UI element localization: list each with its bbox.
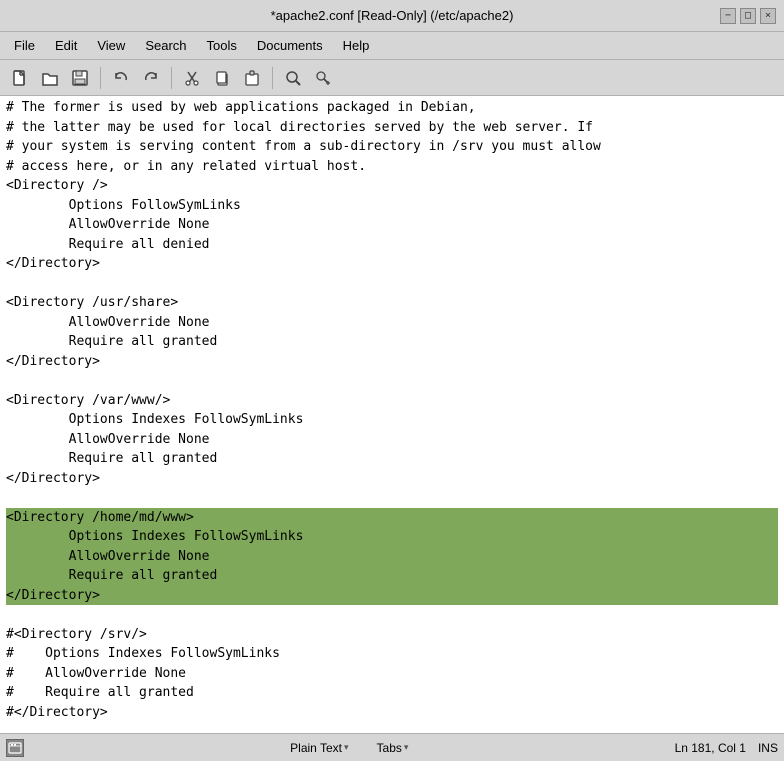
close-button[interactable]: ×	[760, 8, 776, 24]
find-button[interactable]	[279, 64, 307, 92]
editor-line: </Directory>	[6, 471, 100, 486]
tabs-label: Tabs	[377, 741, 402, 755]
editor-line: <Directory /var/www/>	[6, 393, 170, 408]
status-right: Ln 181, Col 1 INS	[675, 741, 778, 755]
highlighted-line: </Directory>	[6, 586, 778, 606]
plain-text-dropdown[interactable]: Plain Text ▾	[284, 739, 354, 757]
title-bar: *apache2.conf [Read-Only] (/etc/apache2)…	[0, 0, 784, 32]
editor-line: Require all denied	[6, 237, 210, 252]
editor-line: # access here, or in any related virtual…	[6, 159, 366, 174]
separator-3	[272, 67, 273, 89]
tabs-dropdown[interactable]: Tabs ▾	[371, 739, 415, 757]
highlighted-line: Options Indexes FollowSymLinks	[6, 527, 778, 547]
status-bar: Plain Text ▾ Tabs ▾ Ln 181, Col 1 INS	[0, 733, 784, 761]
editor-line: # The former is used by web applications…	[6, 100, 476, 115]
editor-line: # Options Indexes FollowSymLinks	[6, 646, 280, 661]
new-file-button[interactable]	[6, 64, 34, 92]
menu-bar: File Edit View Search Tools Documents He…	[0, 32, 784, 60]
find-replace-button[interactable]	[309, 64, 337, 92]
editor-line: # the latter may be used for local direc…	[6, 120, 593, 135]
plain-text-label: Plain Text	[290, 741, 342, 755]
highlighted-line: Require all granted	[6, 566, 778, 586]
undo-button[interactable]	[107, 64, 135, 92]
editor-line: AllowOverride None	[6, 315, 210, 330]
editor-line: # Require all granted	[6, 685, 194, 700]
minimize-button[interactable]: −	[720, 8, 736, 24]
copy-button[interactable]	[208, 64, 236, 92]
save-file-button[interactable]	[66, 64, 94, 92]
menu-tools[interactable]: Tools	[197, 35, 247, 56]
editor-line: <Directory />	[6, 178, 108, 193]
menu-view[interactable]: View	[87, 35, 135, 56]
editor-content: # The former is used by web applications…	[0, 96, 784, 724]
highlighted-line: AllowOverride None	[6, 547, 778, 567]
editor-line: #<Directory /srv/>	[6, 627, 147, 642]
paste-button[interactable]	[238, 64, 266, 92]
open-file-button[interactable]	[36, 64, 64, 92]
separator-1	[100, 67, 101, 89]
menu-file[interactable]: File	[4, 35, 45, 56]
editor-line: </Directory>	[6, 256, 100, 271]
cut-button[interactable]	[178, 64, 206, 92]
editor-line: Options Indexes FollowSymLinks	[6, 412, 303, 427]
editor-line: # AllowOverride None	[6, 666, 186, 681]
status-icon[interactable]	[6, 739, 24, 757]
maximize-button[interactable]: □	[740, 8, 756, 24]
tabs-arrow: ▾	[404, 742, 409, 753]
toolbar	[0, 60, 784, 96]
editor-line: Options FollowSymLinks	[6, 198, 241, 213]
editor-line: AllowOverride None	[6, 432, 210, 447]
menu-search[interactable]: Search	[135, 35, 196, 56]
menu-documents[interactable]: Documents	[247, 35, 333, 56]
editor-line: Require all granted	[6, 451, 217, 466]
cursor-position: Ln 181, Col 1	[675, 741, 746, 755]
redo-button[interactable]	[137, 64, 165, 92]
editor-line: <Directory /usr/share>	[6, 295, 178, 310]
window-controls: − □ ×	[720, 8, 776, 24]
highlighted-line: <Directory /home/md/www>	[6, 508, 778, 528]
window-title: *apache2.conf [Read-Only] (/etc/apache2)	[271, 8, 514, 23]
separator-2	[171, 67, 172, 89]
editor-line: Require all granted	[6, 334, 217, 349]
edit-mode: INS	[758, 741, 778, 755]
editor-line: #</Directory>	[6, 705, 108, 720]
menu-edit[interactable]: Edit	[45, 35, 87, 56]
editor-container[interactable]: # The former is used by web applications…	[0, 96, 784, 733]
editor-line: # your system is serving content from a …	[6, 139, 601, 154]
status-center: Plain Text ▾ Tabs ▾	[284, 739, 414, 757]
plain-text-arrow: ▾	[344, 742, 349, 753]
editor-line: AllowOverride None	[6, 217, 210, 232]
status-left	[6, 739, 24, 757]
editor-line: </Directory>	[6, 354, 100, 369]
menu-help[interactable]: Help	[333, 35, 380, 56]
